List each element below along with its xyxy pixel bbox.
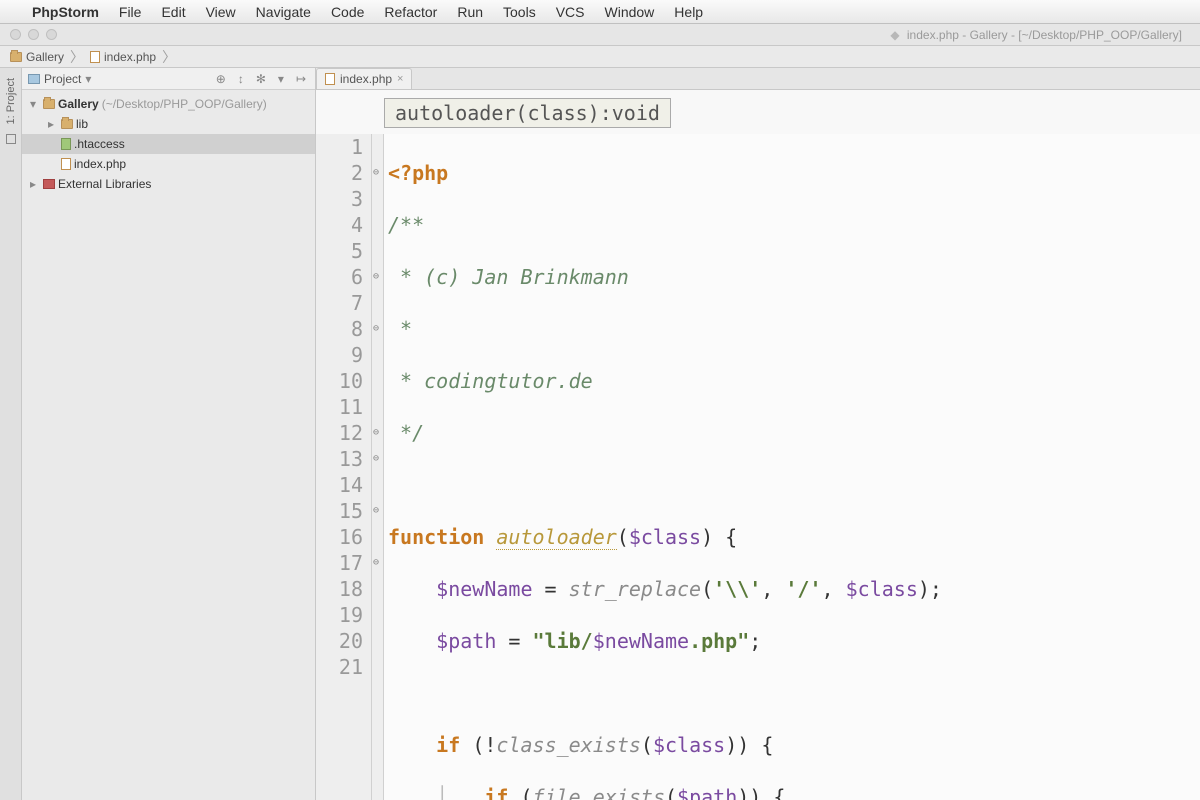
chevron-right-icon: 〉 bbox=[160, 47, 178, 67]
tree-item-label: .htaccess bbox=[74, 137, 125, 151]
fold-icon[interactable]: ⊖ bbox=[373, 160, 379, 186]
chevron-right-icon: 〉 bbox=[68, 47, 86, 67]
chevron-down-icon: ▾ bbox=[85, 72, 91, 86]
folder-icon bbox=[10, 52, 22, 62]
fold-gutter: ⊖ ⊖ ⊖ ⊖ ⊖ ⊖ ⊖ bbox=[372, 134, 384, 800]
php-file-icon bbox=[61, 158, 71, 170]
php-file-icon bbox=[325, 73, 335, 85]
collapse-icon[interactable]: ↕ bbox=[235, 72, 247, 86]
menu-code[interactable]: Code bbox=[331, 4, 364, 20]
php-file-icon: ◆ bbox=[890, 28, 899, 42]
menu-vcs[interactable]: VCS bbox=[556, 4, 585, 20]
php-file-icon bbox=[90, 51, 100, 63]
folder-icon bbox=[43, 99, 55, 109]
project-icon bbox=[28, 74, 40, 84]
editor-tab-index[interactable]: index.php × bbox=[316, 68, 412, 89]
menu-file[interactable]: File bbox=[119, 4, 142, 20]
locate-icon[interactable]: ⊕ bbox=[213, 72, 229, 86]
fold-icon[interactable]: ⊖ bbox=[373, 316, 379, 342]
libraries-icon bbox=[43, 179, 55, 189]
tree-root[interactable]: ▾ Gallery (~/Desktop/PHP_OOP/Gallery) bbox=[22, 94, 315, 114]
tree-item-index[interactable]: index.php bbox=[22, 154, 315, 174]
menu-edit[interactable]: Edit bbox=[161, 4, 185, 20]
tool-icon[interactable] bbox=[6, 134, 16, 144]
code-area[interactable]: 123456789101112131415161718192021 ⊖ ⊖ ⊖ … bbox=[316, 134, 1200, 800]
sidebar-header: Project ▾ ⊕ ↕ ✻ ▾ ↦ bbox=[22, 68, 315, 90]
editor: index.php × autoloader(class):void 12345… bbox=[316, 68, 1200, 800]
breadcrumb-label: index.php bbox=[104, 50, 156, 64]
project-tree: ▾ Gallery (~/Desktop/PHP_OOP/Gallery) ▸ … bbox=[22, 90, 315, 198]
tree-arrow-icon[interactable]: ▸ bbox=[30, 177, 40, 191]
code-text[interactable]: <?php /** * (c) Jan Brinkmann * * coding… bbox=[384, 134, 1200, 800]
tool-tab-project[interactable]: 1: Project bbox=[3, 74, 19, 128]
menu-navigate[interactable]: Navigate bbox=[256, 4, 311, 20]
app-name[interactable]: PhpStorm bbox=[32, 4, 99, 20]
editor-tabbar: index.php × bbox=[316, 68, 1200, 90]
project-label: Project bbox=[44, 72, 81, 86]
project-sidebar: Project ▾ ⊕ ↕ ✻ ▾ ↦ ▾ Gallery (~/Desktop… bbox=[22, 68, 316, 800]
window-title-text: index.php - Gallery - [~/Desktop/PHP_OOP… bbox=[907, 28, 1182, 42]
fold-icon[interactable]: ⊖ bbox=[373, 446, 379, 472]
editor-tab-label: index.php bbox=[340, 72, 392, 86]
tree-item-label: External Libraries bbox=[58, 177, 151, 191]
traffic-lights bbox=[0, 29, 57, 40]
breadcrumb-label: Gallery bbox=[26, 50, 64, 64]
chevron-down-icon[interactable]: ▾ bbox=[275, 72, 287, 86]
fold-icon[interactable]: ⊖ bbox=[373, 420, 379, 446]
main-area: 1: Project Project ▾ ⊕ ↕ ✻ ▾ ↦ ▾ Gallery… bbox=[0, 68, 1200, 800]
close-window-icon[interactable] bbox=[10, 29, 21, 40]
breadcrumb-index[interactable]: index.php bbox=[86, 50, 160, 64]
window-title: ◆ index.php - Gallery - [~/Desktop/PHP_O… bbox=[890, 28, 1182, 42]
menu-tools[interactable]: Tools bbox=[503, 4, 536, 20]
gear-icon[interactable]: ✻ bbox=[253, 72, 269, 86]
tree-root-name: Gallery bbox=[58, 97, 99, 111]
tool-window-strip: 1: Project bbox=[0, 68, 22, 800]
htaccess-file-icon bbox=[61, 138, 71, 150]
fold-icon[interactable]: ⊖ bbox=[373, 264, 379, 290]
breadcrumb-gallery[interactable]: Gallery bbox=[6, 50, 68, 64]
tree-item-label: lib bbox=[76, 117, 88, 131]
macos-menubar: PhpStorm File Edit View Navigate Code Re… bbox=[0, 0, 1200, 24]
line-gutter: 123456789101112131415161718192021 bbox=[316, 134, 372, 800]
menu-help[interactable]: Help bbox=[674, 4, 703, 20]
project-selector[interactable]: Project ▾ bbox=[28, 72, 91, 86]
tree-item-lib[interactable]: ▸ lib bbox=[22, 114, 315, 134]
breadcrumb-signature: autoloader(class):void bbox=[316, 90, 1200, 134]
menu-run[interactable]: Run bbox=[457, 4, 483, 20]
folder-icon bbox=[61, 119, 73, 129]
tree-root-path: (~/Desktop/PHP_OOP/Gallery) bbox=[102, 97, 267, 111]
minimize-window-icon[interactable] bbox=[28, 29, 39, 40]
tree-arrow-icon[interactable]: ▸ bbox=[48, 117, 58, 131]
menu-view[interactable]: View bbox=[206, 4, 236, 20]
function-signature[interactable]: autoloader(class):void bbox=[384, 98, 671, 128]
tree-arrow-icon[interactable]: ▾ bbox=[30, 97, 40, 111]
zoom-window-icon[interactable] bbox=[46, 29, 57, 40]
fold-icon[interactable]: ⊖ bbox=[373, 550, 379, 576]
fold-icon[interactable]: ⊖ bbox=[373, 498, 379, 524]
close-icon[interactable]: × bbox=[397, 73, 403, 85]
hide-icon[interactable]: ↦ bbox=[293, 72, 309, 86]
breadcrumb: Gallery 〉 index.php 〉 bbox=[0, 46, 1200, 68]
menu-refactor[interactable]: Refactor bbox=[384, 4, 437, 20]
window-titlebar: ◆ index.php - Gallery - [~/Desktop/PHP_O… bbox=[0, 24, 1200, 46]
menu-window[interactable]: Window bbox=[605, 4, 655, 20]
tree-external-libs[interactable]: ▸ External Libraries bbox=[22, 174, 315, 194]
tree-item-label: index.php bbox=[74, 157, 126, 171]
tree-item-htaccess[interactable]: .htaccess bbox=[22, 134, 315, 154]
